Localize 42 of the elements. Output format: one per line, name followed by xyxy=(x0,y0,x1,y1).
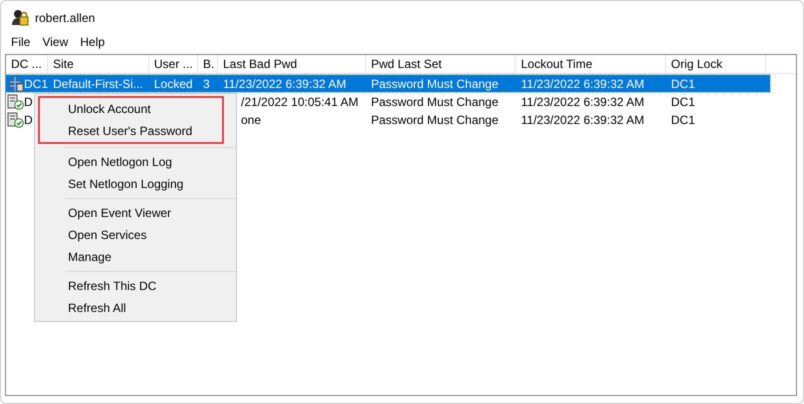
table-cell: 3 xyxy=(203,76,210,90)
table-cell: 11/23/2022 6:39:32 AM xyxy=(521,112,644,126)
menu-item[interactable]: Reset User's Password xyxy=(40,120,222,142)
menu-item[interactable]: Open Event Viewer xyxy=(35,202,236,224)
table-cell: DC1 xyxy=(24,76,48,90)
table-cell: /21/2022 10:05:41 AM xyxy=(241,94,358,108)
menu-item[interactable]: Help xyxy=(74,35,111,53)
table-cell: D xyxy=(24,112,33,126)
table-cell: 11/23/2022 6:39:32 AM xyxy=(521,76,644,90)
table-cell: Password Must Change xyxy=(371,76,498,90)
column-header[interactable]: User ... xyxy=(149,55,198,73)
menu-item[interactable]: Set Netlogon Logging xyxy=(35,173,236,195)
table-cell: DC1 xyxy=(671,76,696,90)
menu-item[interactable]: Open Services xyxy=(35,224,236,246)
column-header[interactable]: Orig Lock xyxy=(666,55,766,73)
table-cell: 11/23/2022 6:39:32 AM xyxy=(223,76,346,90)
table-cell: one xyxy=(241,112,262,126)
column-header[interactable]: B. xyxy=(198,55,218,73)
column-header[interactable]: Site xyxy=(48,55,149,73)
table-cell: 11/23/2022 6:39:32 AM xyxy=(521,94,644,108)
column-header[interactable]: Last Bad Pwd xyxy=(218,55,366,73)
menu-item[interactable]: Open Netlogon Log xyxy=(35,151,236,173)
menu-item[interactable]: Unlock Account xyxy=(40,98,222,120)
menu-item[interactable]: View xyxy=(36,35,74,53)
column-header[interactable]: Pwd Last Set xyxy=(366,55,516,73)
table-cell: DC1 xyxy=(671,112,696,126)
column-header[interactable]: Lockout Time xyxy=(516,55,666,73)
table-cell: DC1 xyxy=(671,94,696,108)
table-cell: Default-First-Si... xyxy=(53,76,144,90)
table-cell: D xyxy=(24,94,33,108)
menu-item[interactable]: Manage xyxy=(35,246,236,268)
selected-row[interactable]: DC1 Default-First-Si... Locked 3 11/23/2022 6:39:32 AM Password Must Change 11/23/2022 6:39:32 AM DC1 xyxy=(6,75,770,92)
globe-server-icon xyxy=(7,76,24,92)
table-cell: Password Must Change xyxy=(371,94,498,108)
table-cell: Password Must Change xyxy=(371,112,498,126)
table-cell: Locked xyxy=(154,76,193,90)
column-header[interactable]: DC ... xyxy=(6,55,48,73)
user-lock-icon xyxy=(11,9,29,27)
menu-item[interactable]: Refresh This DC xyxy=(35,275,236,297)
menu-item[interactable]: Refresh All xyxy=(35,297,236,319)
window-title: robert.allen xyxy=(35,11,96,25)
menu-item[interactable]: File xyxy=(5,35,36,53)
